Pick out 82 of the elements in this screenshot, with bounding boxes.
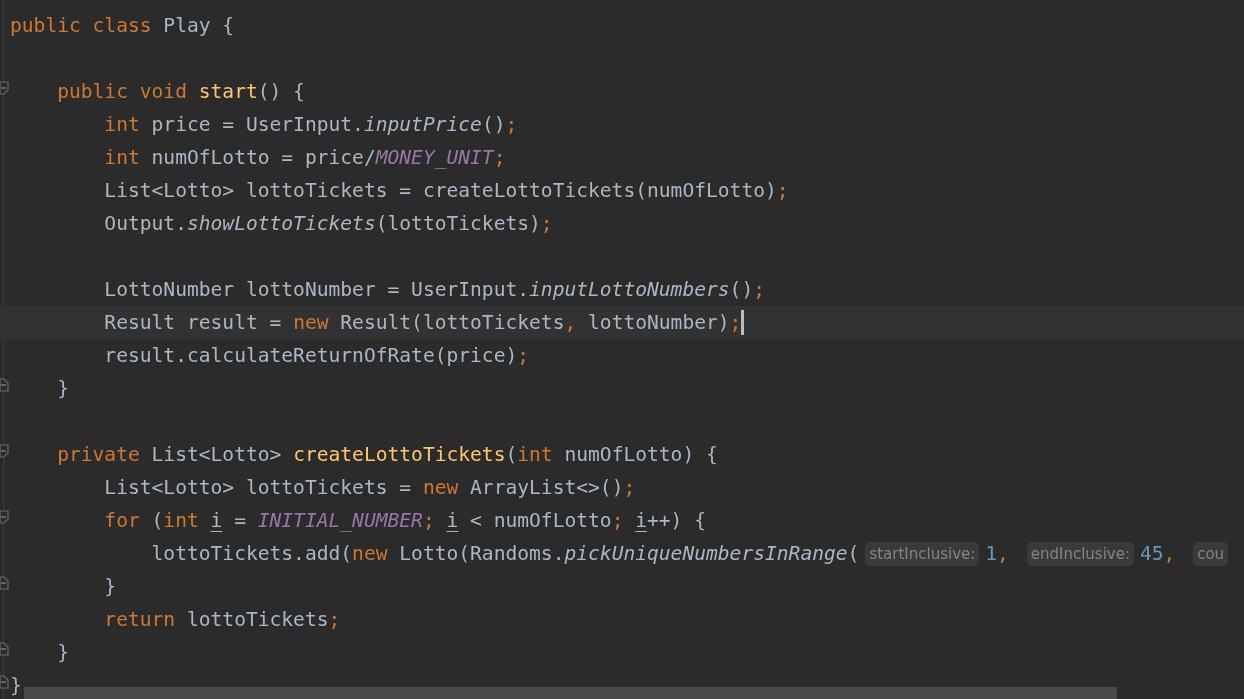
- horizontal-scrollbar[interactable]: [24, 687, 1117, 699]
- parameter-hint: cou: [1193, 541, 1229, 566]
- code-token: ;: [505, 112, 518, 138]
- fold-marker-icon[interactable]: [0, 378, 9, 392]
- text-cursor: [741, 310, 745, 335]
- code-token: inputLottoNumbers: [529, 277, 730, 303]
- code-token: lottoTickets.add(: [150, 541, 353, 567]
- code-token: return: [103, 607, 176, 633]
- code-token: int: [103, 145, 140, 171]
- code-token: MONEY_UNIT: [375, 145, 494, 171]
- code-token: new: [422, 475, 459, 501]
- code-token: (: [505, 442, 518, 468]
- parameter-hint: startInclusive:: [865, 541, 980, 566]
- code-token: result.calculateReturnOfRate(price): [103, 343, 518, 369]
- code-token: ;: [729, 310, 742, 336]
- code-token: ++) {: [647, 508, 706, 534]
- code-token: List<Lotto> lottoTickets =: [103, 475, 413, 501]
- code-token: }: [10, 673, 22, 699]
- code-token: int: [517, 442, 553, 468]
- fold-marker-icon[interactable]: [0, 444, 9, 458]
- code-token: ;: [422, 508, 436, 534]
- code-token: price = UserInput.: [150, 112, 364, 138]
- code-token: int: [103, 112, 140, 138]
- fold-marker-icon[interactable]: [0, 510, 9, 524]
- code-token: () {: [257, 79, 305, 105]
- code-token: ;: [753, 277, 765, 303]
- code-token: showLottoTickets: [186, 211, 376, 237]
- fold-marker-icon[interactable]: [0, 675, 9, 689]
- code-token: =: [233, 508, 247, 534]
- code-token: ;: [328, 607, 341, 633]
- code-token: INITIAL_NUMBER: [257, 508, 423, 534]
- code-token: (lottoTickets): [375, 211, 541, 237]
- code-token: ,: [997, 541, 1010, 567]
- code-token: public void: [56, 79, 188, 105]
- code-editor[interactable]: [0, 0, 1244, 699]
- code-token: ;: [611, 508, 625, 534]
- code-token: int: [163, 508, 200, 534]
- code-token: < numOfLotto: [469, 508, 612, 534]
- code-token: createLottoTickets: [293, 442, 506, 468]
- code-token: }: [103, 574, 117, 600]
- code-token: 1: [985, 541, 998, 567]
- code-token: 45: [1139, 541, 1164, 567]
- code-token: numOfLotto = price/: [150, 145, 376, 171]
- code-token: List<Lotto> lottoTickets = createLottoTickets(numOfLotto): [103, 178, 777, 204]
- parameter-hint: endInclusive:: [1026, 541, 1134, 566]
- code-token: ,: [1163, 541, 1177, 567]
- fold-marker-icon[interactable]: [0, 642, 9, 656]
- code-token: i: [635, 508, 648, 534]
- code-token: Lotto(Randoms.: [398, 541, 565, 567]
- code-token: private: [56, 442, 140, 468]
- code-token: inputPrice: [363, 112, 482, 138]
- code-token: Result result =: [103, 310, 283, 336]
- code-token: start: [198, 79, 258, 105]
- fold-marker-icon[interactable]: [0, 81, 9, 95]
- code-token: lottoTickets: [185, 607, 329, 633]
- code-token: new: [352, 541, 388, 567]
- code-token: ,: [564, 310, 577, 336]
- code-token: pickUniqueNumbersInRange: [564, 541, 848, 567]
- code-token: lottoNumber): [587, 310, 730, 336]
- code-token: ;: [540, 211, 553, 237]
- code-token: ;: [517, 343, 530, 369]
- code-token: i: [446, 508, 459, 534]
- code-token: ArrayList<>(): [469, 475, 624, 501]
- fold-marker-icon[interactable]: [0, 576, 9, 590]
- code-token: }: [56, 376, 69, 402]
- code-token: }: [56, 640, 69, 666]
- code-token: Play {: [162, 13, 235, 39]
- code-token: (): [729, 277, 754, 303]
- code-token: Result(lottoTickets: [339, 310, 565, 336]
- code-token: (: [150, 508, 164, 534]
- code-token: new: [293, 310, 329, 336]
- code-token: numOfLotto) {: [563, 442, 718, 468]
- code-token: (): [481, 112, 506, 138]
- code-token: LottoNumber lottoNumber = UserInput.: [103, 277, 530, 303]
- code-token: ;: [623, 475, 636, 501]
- code-token: for: [103, 508, 140, 534]
- code-token: List<Lotto>: [150, 442, 283, 468]
- code-token: ;: [776, 178, 789, 204]
- code-token: i: [210, 508, 223, 534]
- code-token: Output.: [103, 211, 187, 237]
- code-token: public class: [10, 13, 152, 39]
- code-token: (: [847, 541, 860, 567]
